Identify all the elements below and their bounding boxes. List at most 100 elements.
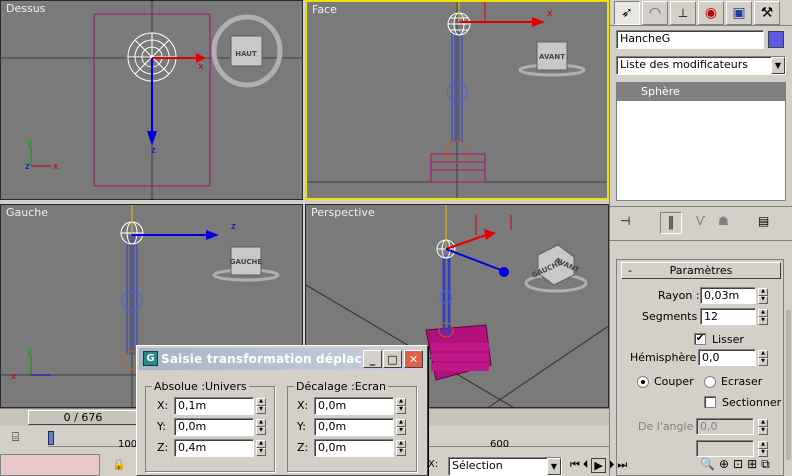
viewport-nav-controls: 🔍 ⊕ ⊡ ⊞ ⧉	[700, 457, 770, 472]
chevron-down-icon[interactable]: ▼	[771, 57, 785, 74]
dialog-title: Saisie transformation déplac...	[161, 352, 377, 366]
motion-tab[interactable]: ◉	[698, 1, 724, 25]
svg-text:HAUT: HAUT	[235, 50, 257, 58]
hemisphere-field[interactable]: 0,0	[698, 349, 756, 366]
selection-chevron-icon[interactable]: ▼	[547, 458, 561, 475]
selection-set-dropdown[interactable]: Sélection	[448, 457, 562, 476]
max-app-icon: G	[143, 351, 158, 366]
hemisphere-label: Hémisphère :	[630, 351, 704, 364]
abs-x-field[interactable]: 0,1m	[174, 397, 254, 415]
slice-to-field[interactable]	[696, 440, 754, 457]
front-viewport-scene: x AVANT	[307, 2, 607, 198]
zoom-all-icon[interactable]: ⊕	[719, 457, 729, 472]
modifier-list-dropdown[interactable]: Liste des modificateurs	[616, 56, 786, 75]
utilities-tab[interactable]: ⚒	[754, 1, 780, 25]
modifier-stack: Sphère	[616, 82, 786, 201]
tick-label-600: 600	[490, 439, 510, 450]
configure-sets-icon[interactable]: ▤	[758, 214, 769, 228]
go-to-end-icon[interactable]: ⏭	[617, 458, 627, 473]
panel-scrollbar[interactable]	[786, 310, 791, 460]
frame-counter: 0 / 676	[63, 411, 103, 424]
abs-z-spinner[interactable]: ▲ ▼	[256, 440, 266, 456]
segments-field[interactable]: 12	[700, 308, 756, 325]
slice-to-spinner[interactable]: ▲ ▼	[758, 441, 768, 457]
zoom-extents-icon[interactable]: ⊡	[733, 457, 743, 472]
playback-controls: ⏮ ⏴ ▶ ⏵ ⏭	[570, 458, 627, 473]
off-x-spinner[interactable]: ▲ ▼	[396, 398, 406, 414]
previous-frame-icon[interactable]: ⏴	[583, 458, 589, 473]
rollout-title: Paramètres	[669, 264, 733, 277]
utilities-hammer-icon: ⚒	[760, 5, 774, 21]
curve-editor-icon[interactable]: ⌸	[12, 430, 34, 446]
time-slider-thumb[interactable]: 0 / 676	[28, 410, 138, 425]
viewport-top[interactable]: z x HAUT y x z Dessus	[0, 0, 303, 200]
object-color-swatch[interactable]	[768, 31, 784, 48]
segments-spinner[interactable]: ▲ ▼	[758, 309, 768, 325]
lock-icon[interactable]: 🔒	[112, 458, 126, 471]
next-frame-icon[interactable]: ⏵	[609, 458, 615, 473]
make-unique-icon[interactable]: Ѵ	[696, 214, 705, 228]
go-to-start-icon[interactable]: ⏮	[570, 458, 580, 473]
command-panel-tabs: ➶ ◠ ⊥ ◉ ▣ ⚒	[610, 0, 792, 26]
show-end-result-icon[interactable]: ‖	[660, 212, 682, 234]
slice-from-label: De l'angle :	[638, 420, 701, 433]
viewport-label-top[interactable]: Dessus	[6, 2, 45, 15]
off-x-field[interactable]: 0,0m	[314, 397, 394, 415]
slice-label: Sectionner	[722, 396, 782, 409]
abs-x-spinner[interactable]: ▲ ▼	[256, 398, 266, 414]
modify-tab[interactable]: ◠	[642, 1, 668, 25]
stretch-radio[interactable]	[704, 376, 716, 388]
abs-z-field[interactable]: 0,4m	[174, 439, 254, 457]
maximize-button[interactable]: □	[383, 350, 402, 368]
zoom-extents-all-icon[interactable]: ⊞	[747, 457, 757, 472]
abs-y-field[interactable]: 0,0m	[174, 418, 254, 436]
close-icon: ✕	[408, 352, 419, 366]
radius-spinner[interactable]: ▲ ▼	[758, 288, 768, 304]
slice-checkbox[interactable]	[704, 396, 716, 408]
stack-item-sphere[interactable]: Sphère	[617, 83, 785, 101]
create-tab[interactable]: ➶	[614, 1, 640, 25]
slice-from-spinner[interactable]: ▲ ▼	[758, 419, 768, 435]
play-icon[interactable]: ▶	[591, 458, 606, 473]
abs-y-spinner[interactable]: ▲ ▼	[256, 419, 266, 435]
minimize-button[interactable]: _	[363, 350, 382, 368]
off-z-field[interactable]: 0,0m	[314, 439, 394, 457]
display-tab[interactable]: ▣	[726, 1, 752, 25]
hierarchy-tab[interactable]: ⊥	[670, 1, 696, 25]
abs-x-label: X:	[157, 399, 169, 412]
off-x-label: X:	[297, 399, 309, 412]
track-cursor[interactable]	[48, 431, 54, 445]
off-z-spinner[interactable]: ▲ ▼	[396, 440, 406, 456]
radius-label: Rayon :	[658, 289, 700, 302]
remove-modifier-icon[interactable]: ☗	[718, 214, 729, 228]
rollout-header[interactable]: - Paramètres	[621, 262, 781, 279]
slice-from-field[interactable]: 0,0	[696, 418, 754, 435]
off-z-label: Z:	[297, 441, 309, 454]
viewport-label-left[interactable]: Gauche	[6, 206, 48, 219]
maxscript-listener[interactable]	[0, 454, 100, 476]
squash-radio[interactable]	[637, 376, 649, 388]
display-icon: ▣	[732, 5, 746, 21]
viewport-label-front[interactable]: Face	[312, 3, 337, 16]
smooth-checkbox[interactable]: ✔	[694, 333, 706, 345]
svg-text:y: y	[27, 347, 33, 357]
object-name-field[interactable]: HancheG	[616, 30, 764, 49]
maximize-viewport-icon[interactable]: ⧉	[761, 457, 770, 472]
viewport-label-perspective[interactable]: Perspective	[311, 206, 375, 219]
close-button[interactable]: ✕	[404, 350, 423, 368]
pin-stack-icon[interactable]: ⊣	[620, 214, 636, 232]
off-y-spinner[interactable]: ▲ ▼	[396, 419, 406, 435]
radius-field[interactable]: 0,03m	[700, 287, 756, 304]
stretch-label: Ecraser	[721, 375, 763, 388]
hemisphere-spinner[interactable]: ▲ ▼	[758, 350, 768, 366]
off-y-field[interactable]: 0,0m	[314, 418, 394, 436]
zoom-icon[interactable]: 🔍	[700, 457, 715, 472]
tick-label-100: 100	[118, 439, 138, 450]
transform-type-in-dialog: G Saisie transformation déplac... _ □ ✕ …	[136, 345, 428, 476]
smooth-label: Lisser	[712, 333, 744, 346]
svg-text:x: x	[53, 162, 59, 172]
top-viewport-scene: z x HAUT y x z	[1, 1, 302, 199]
viewport-front[interactable]: x AVANT Face	[305, 0, 609, 200]
svg-text:GAUCHE: GAUCHE	[230, 258, 263, 266]
dialog-titlebar[interactable]: G Saisie transformation déplac... _ □ ✕	[139, 348, 425, 370]
